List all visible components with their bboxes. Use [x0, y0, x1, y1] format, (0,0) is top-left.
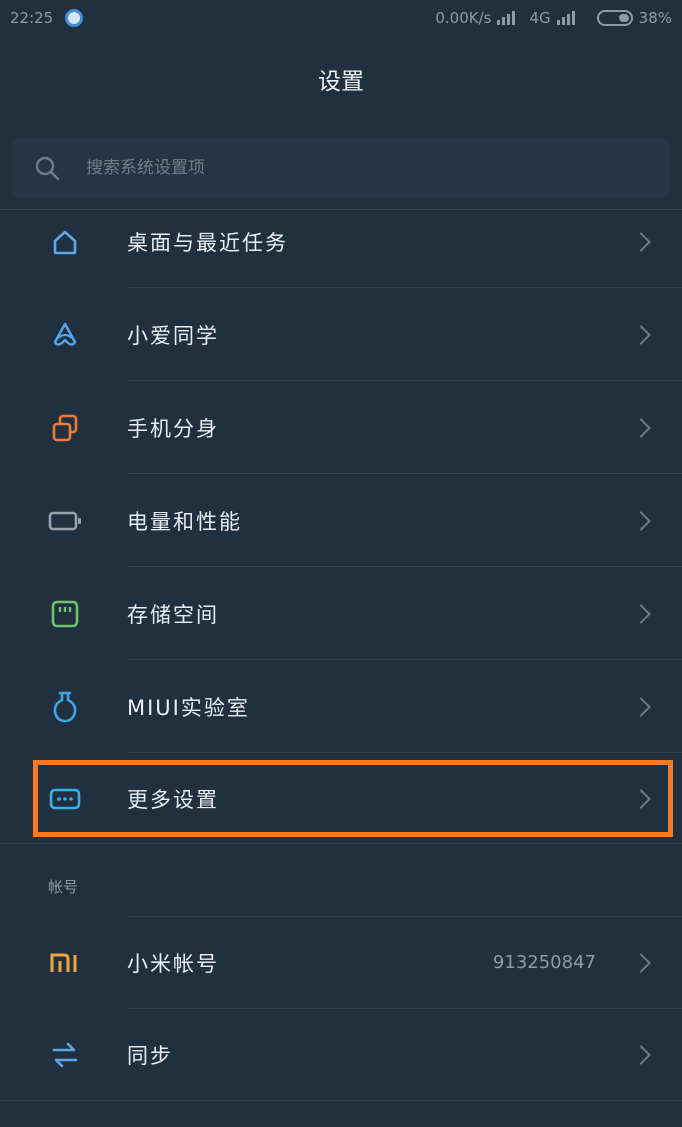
highlight-box	[33, 760, 673, 837]
status-bar: 22:25 0.00K/s 4G 38%	[0, 0, 682, 36]
settings-item-xiaoai[interactable]: 小爱同学	[0, 288, 682, 381]
settings-item-desktop[interactable]: 桌面与最近任务	[0, 195, 682, 288]
chevron-right-icon	[631, 324, 651, 345]
settings-item-label: 桌面与最近任务	[127, 230, 288, 255]
section-header-account: 帐号	[48, 878, 79, 896]
chevron-right-icon	[631, 603, 651, 624]
network-speed: 0.00K/s	[435, 9, 492, 27]
account-id-value: 913250847	[492, 952, 596, 973]
search-input[interactable]	[86, 158, 586, 178]
search-icon	[35, 156, 60, 181]
settings-item-miui-lab[interactable]: MIUI实验室	[0, 660, 682, 753]
chevron-right-icon	[631, 417, 651, 438]
battery-level: 38%	[638, 9, 672, 27]
search-bar[interactable]	[12, 138, 670, 198]
settings-item-label: 电量和性能	[127, 509, 242, 534]
chevron-right-icon	[631, 952, 651, 973]
battery-icon	[48, 504, 82, 538]
settings-item-label: 同步	[127, 1043, 173, 1068]
settings-item-label: 小爱同学	[127, 323, 219, 348]
settings-item-second-space[interactable]: 手机分身	[0, 381, 682, 474]
settings-item-label: 手机分身	[127, 416, 219, 441]
settings-item-sync[interactable]: 同步	[0, 1008, 682, 1101]
storage-icon	[48, 597, 82, 631]
chevron-right-icon	[631, 231, 651, 252]
signal-icon	[497, 11, 516, 25]
settings-item-label: 小米帐号	[127, 951, 219, 976]
second-space-icon	[48, 411, 82, 445]
chevron-right-icon	[631, 1044, 651, 1065]
battery-icon	[596, 10, 633, 26]
page-title: 设置	[318, 69, 364, 95]
settings-item-label: 存储空间	[127, 602, 219, 627]
chevron-right-icon	[631, 510, 651, 531]
settings-item-mi-account[interactable]: 小米帐号 913250847	[0, 916, 682, 1009]
row-divider	[127, 916, 682, 917]
notification-app-icon	[65, 9, 84, 27]
home-icon	[48, 225, 82, 259]
lab-flask-icon	[48, 690, 82, 724]
mi-logo-icon	[48, 946, 82, 980]
signal-4g-icon	[556, 11, 575, 25]
section-divider	[0, 843, 682, 844]
sync-icon	[48, 1038, 82, 1072]
settings-item-label: MIUI实验室	[127, 695, 250, 720]
settings-item-battery[interactable]: 电量和性能	[0, 474, 682, 567]
divider	[0, 1100, 682, 1101]
settings-item-storage[interactable]: 存储空间	[0, 567, 682, 660]
network-type: 4G	[529, 9, 551, 27]
status-time: 22:25	[10, 9, 54, 27]
xiaoai-icon	[48, 318, 82, 352]
chevron-right-icon	[631, 696, 651, 717]
